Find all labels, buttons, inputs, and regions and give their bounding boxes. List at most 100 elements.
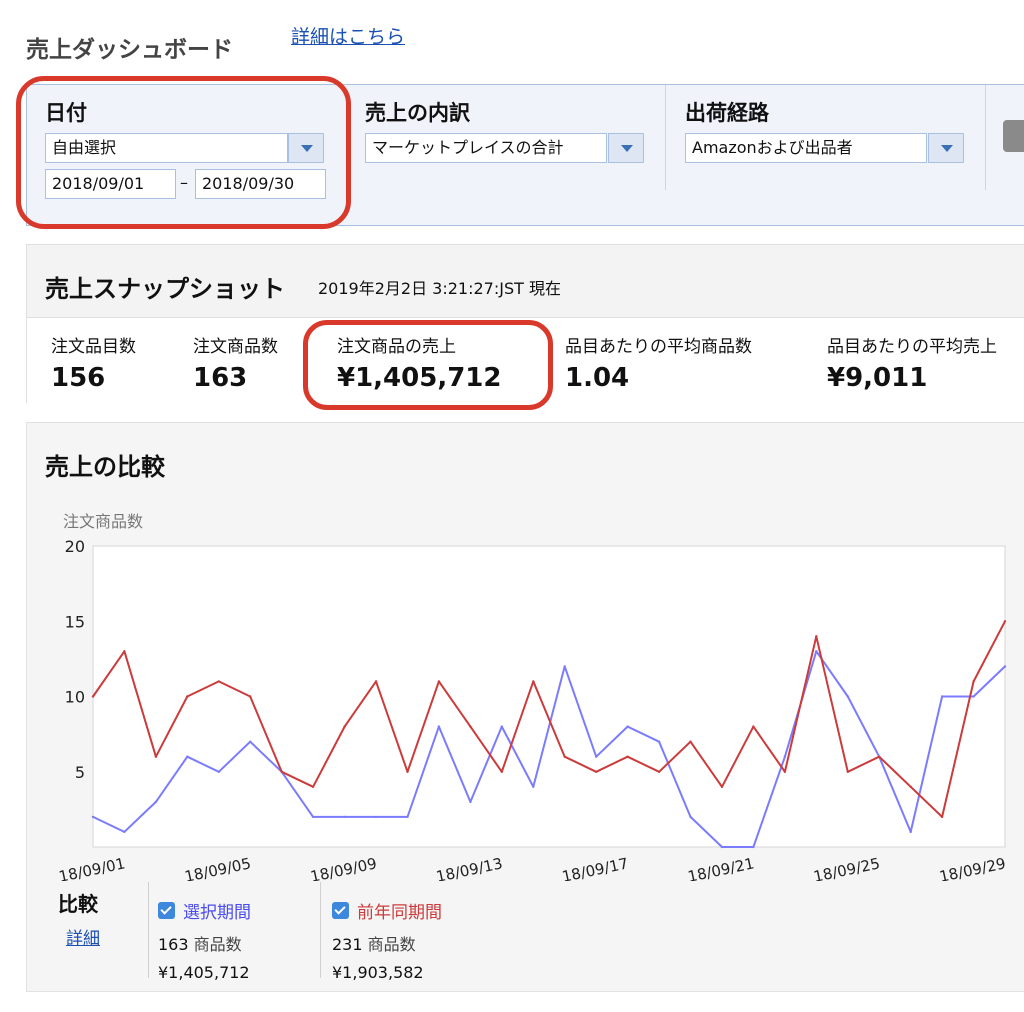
y-tick-label: 15 [65, 612, 85, 631]
x-tick-label: 18/09/13 [435, 854, 505, 881]
metric-value: 1.04 [565, 363, 630, 393]
data-point-prior-year [123, 650, 126, 653]
y-tick-label: 5 [75, 763, 85, 782]
y-tick-label: 20 [65, 537, 85, 556]
fulfillment-select[interactable]: Amazonおよび出品者 [685, 133, 927, 163]
breakdown-filter-label: 売上の内訳 [365, 101, 470, 125]
data-point-prior-year [783, 770, 787, 773]
data-point-selected-period [469, 800, 472, 804]
data-point-prior-year [689, 740, 692, 743]
legend-divider [320, 882, 321, 978]
metric-value: ¥9,011 [827, 363, 928, 393]
data-point-prior-year [532, 680, 535, 683]
data-point-selected-period [940, 695, 944, 698]
x-tick-label: 18/09/09 [309, 854, 379, 881]
data-point-selected-period [626, 725, 629, 728]
metrics-row: 注文品目数 156 注文商品数 163 注文商品の売上 ¥1,405,712 品… [27, 317, 1024, 404]
data-point-selected-period [154, 800, 158, 804]
data-point-prior-year [437, 680, 441, 683]
metric-label: 注文商品数 [193, 337, 278, 357]
page-title: 売上ダッシュボード [26, 37, 233, 63]
filter-divider [665, 85, 666, 190]
data-point-prior-year [500, 770, 503, 773]
filter-divider [985, 85, 986, 190]
details-link[interactable]: 詳細はこちら [291, 22, 405, 49]
date-range-select[interactable]: 自由選択 [45, 133, 288, 163]
date-filter: 日付 [45, 97, 87, 127]
data-point-prior-year [374, 680, 378, 683]
data-point-selected-period [532, 785, 535, 788]
metric-value: 156 [51, 363, 106, 393]
breakdown-dropdown-icon[interactable] [608, 133, 644, 163]
apply-button[interactable] [1003, 120, 1024, 152]
data-point-selected-period [657, 740, 661, 743]
data-point-prior-year [186, 695, 189, 698]
end-date-input[interactable]: 2018/09/30 [195, 169, 326, 199]
data-point-prior-year [595, 770, 598, 773]
data-point-selected-period [311, 815, 315, 819]
selected-period-label: 選択期間 [183, 903, 251, 923]
data-point-selected-period [846, 695, 849, 698]
data-point-selected-period [186, 755, 189, 758]
data-point-selected-period [217, 770, 220, 773]
data-point-selected-period [1003, 665, 1007, 668]
comparison-title: 売上の比較 [45, 453, 165, 481]
plot-area [92, 545, 1006, 848]
data-point-prior-year [657, 770, 661, 773]
data-point-selected-period [689, 815, 692, 819]
data-point-prior-year [1003, 620, 1007, 623]
data-point-prior-year [878, 755, 881, 758]
data-point-selected-period [500, 725, 503, 728]
snapshot-timestamp: 2019年2月2日 3:21:27:JST 現在 [318, 279, 561, 298]
date-filter-label: 日付 [45, 101, 87, 125]
metric-label: 品目あたりの平均売上 [827, 337, 997, 357]
legend-details-link[interactable]: 詳細 [66, 924, 100, 949]
data-point-prior-year [940, 815, 944, 819]
breakdown-select[interactable]: マーケットプレイスの合計 [365, 133, 607, 163]
units-line-chart: 注文商品数 5 10 15 20 18/09/01 18/09/05 18/09/09 18/0… [57, 512, 1007, 881]
legend-title: 比較 [58, 892, 98, 916]
filter-bar: 日付 自由選択 2018/09/01 – 2018/09/30 売上の内訳 マー… [26, 84, 1024, 226]
metric-avg-sales-per-item: 品目あたりの平均売上 ¥9,011 [827, 332, 997, 393]
breakdown-filter: 売上の内訳 [365, 97, 470, 127]
selected-period-units-value: 163 [158, 935, 189, 954]
sales-snapshot-panel: 売上スナップショット 2019年2月2日 3:21:27:JST 現在 注文品目… [26, 244, 1024, 404]
date-range-dropdown-icon[interactable] [288, 133, 324, 163]
data-point-prior-year [91, 695, 95, 698]
legend-prior-year-period: 前年同期間 231 商品数 ¥1,903,582 [332, 898, 442, 982]
metric-value: ¥1,405,712 [337, 363, 502, 393]
selected-period-checkbox[interactable] [158, 902, 175, 919]
data-point-prior-year [217, 680, 220, 683]
snapshot-title: 売上スナップショット [45, 275, 285, 303]
x-tick-label: 18/09/25 [812, 854, 882, 881]
prior-year-period-label: 前年同期間 [357, 903, 442, 923]
metric-value: 163 [193, 363, 248, 393]
data-point-selected-period [972, 695, 975, 698]
comparison-legend: 比較 詳細 選択期間 163 商品数 ¥1,405,712 前年同期間 231 … [26, 880, 1024, 990]
data-point-selected-period [91, 815, 95, 819]
legend-selected-period: 選択期間 163 商品数 ¥1,405,712 [158, 898, 251, 982]
data-point-prior-year [626, 755, 629, 758]
data-point-selected-period [752, 845, 755, 849]
data-point-prior-year [249, 695, 252, 698]
data-point-prior-year [972, 680, 975, 683]
legend-divider [148, 882, 149, 978]
data-point-prior-year [752, 725, 755, 728]
data-point-selected-period [563, 665, 566, 668]
fulfillment-filter-label: 出荷経路 [685, 101, 769, 125]
selected-period-units-unit: 商品数 [193, 935, 242, 954]
data-point-prior-year [846, 770, 849, 773]
prior-year-period-units-unit: 商品数 [367, 935, 416, 954]
data-point-prior-year [909, 785, 912, 788]
data-point-selected-period [123, 830, 126, 834]
prior-year-period-checkbox[interactable] [332, 902, 349, 919]
data-point-prior-year [280, 770, 283, 773]
x-tick-label: 18/09/21 [686, 854, 756, 881]
data-point-selected-period [720, 845, 724, 849]
fulfillment-dropdown-icon[interactable] [928, 133, 964, 163]
start-date-input[interactable]: 2018/09/01 [45, 169, 176, 199]
data-point-prior-year [406, 770, 409, 773]
data-point-selected-period [249, 740, 252, 743]
prior-year-period-sales: ¥1,903,582 [332, 963, 424, 982]
data-point-selected-period [909, 830, 912, 834]
